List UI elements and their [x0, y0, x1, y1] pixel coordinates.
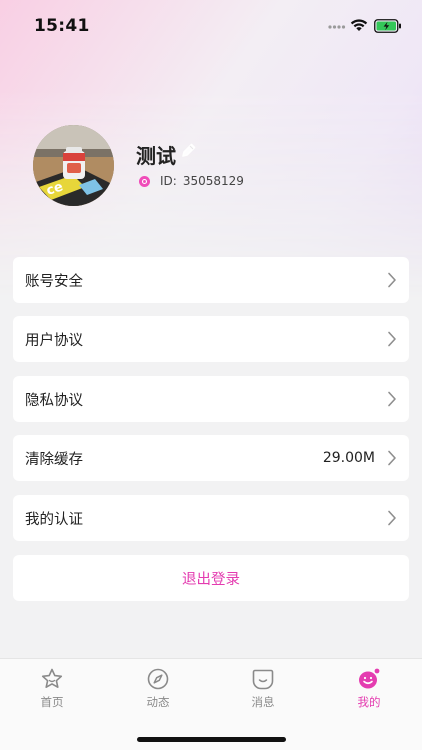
tab-label: 动态 — [146, 695, 170, 709]
status-bar: 15:41 — [0, 0, 422, 50]
profile-name: 测试 — [136, 144, 176, 168]
chevron-right-icon — [388, 331, 396, 347]
profile-header: ce 测试 ID: 35058129 — [0, 120, 422, 220]
avatar[interactable]: ce — [33, 125, 114, 206]
tab-feed[interactable]: 动态 — [118, 667, 198, 717]
menu-item-label: 我的认证 — [25, 511, 83, 528]
id-badge-icon — [139, 175, 150, 187]
menu-item-my-verification[interactable]: 我的认证 — [13, 495, 409, 541]
profile-face-icon — [359, 668, 380, 689]
logout-label: 退出登录 — [182, 571, 240, 588]
chevron-right-icon — [388, 272, 396, 288]
menu-item-label: 账号安全 — [25, 273, 83, 290]
message-face-icon — [252, 669, 274, 690]
menu-item-privacy-policy[interactable]: 隐私协议 — [13, 376, 409, 422]
tab-label: 首页 — [40, 695, 64, 709]
user-id-row: ID: 35058129 — [139, 174, 244, 188]
menu-item-label: 清除缓存 — [25, 451, 83, 468]
user-id-label: ID: — [160, 174, 177, 188]
compass-icon — [147, 668, 169, 690]
status-time: 15:41 — [34, 16, 90, 36]
tab-label: 消息 — [251, 695, 275, 709]
edit-pencil-icon[interactable] — [180, 142, 197, 159]
menu-item-user-agreement[interactable]: 用户协议 — [13, 316, 409, 362]
chevron-right-icon — [388, 510, 396, 526]
menu-item-label: 用户协议 — [25, 332, 83, 349]
avatar-photo: ce — [33, 125, 114, 206]
home-indicator — [137, 737, 286, 742]
user-id-value: 35058129 — [182, 174, 244, 188]
tab-profile[interactable]: 我的 — [329, 667, 409, 717]
battery-charging-icon — [374, 19, 401, 33]
cache-size-value: 29.00M — [322, 450, 375, 466]
chevron-right-icon — [388, 391, 396, 407]
wifi-icon — [350, 19, 368, 31]
home-star-icon — [41, 668, 63, 688]
tab-label: 我的 — [357, 695, 381, 709]
tab-messages[interactable]: 消息 — [223, 667, 303, 717]
menu-item-account-security[interactable]: 账号安全 — [13, 257, 409, 303]
logout-button[interactable]: 退出登录 — [13, 555, 409, 601]
menu-item-label: 隐私协议 — [25, 392, 83, 409]
tab-home[interactable]: 首页 — [12, 667, 92, 717]
chevron-right-icon — [388, 450, 396, 466]
cellular-signal-icon — [328, 25, 346, 29]
menu-item-clear-cache[interactable]: 清除缓存 29.00M — [13, 435, 409, 481]
